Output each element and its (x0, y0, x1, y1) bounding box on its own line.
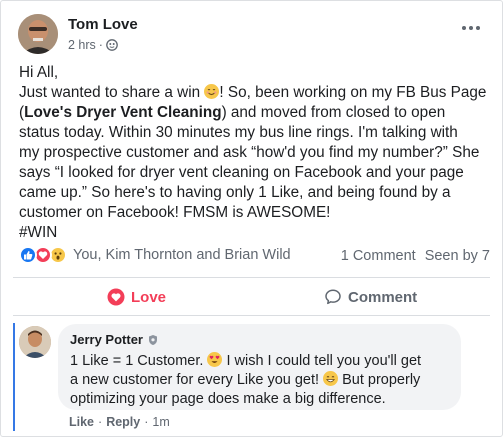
grinning-face-emoji-icon (323, 371, 339, 386)
post-line: my prospective customer and ask “how'd y… (19, 144, 480, 161)
divider (13, 315, 490, 316)
like-reaction-icon (19, 246, 37, 264)
comment-button[interactable]: Comment (324, 283, 417, 311)
post-line: Just wanted to share a win ! So, been wo… (19, 84, 487, 101)
smiling-face-emoji-icon (204, 84, 220, 99)
post-line: says “I looked for dryer vent cleaning o… (19, 164, 464, 181)
comment-bubble: Jerry Potter 1 Like = 1 Customer. I wish… (58, 324, 461, 410)
heart-icon (107, 288, 125, 306)
post-card: Tom Love 2 hrs · Hi All, Just wanted to … (0, 0, 503, 437)
post-text: Hi All, Just wanted to share a win ! So,… (19, 63, 489, 243)
heart-eyes-emoji-icon (207, 352, 223, 367)
comment-author-row: Jerry Potter (70, 332, 449, 347)
post-counts: 1 Comment Seen by 7 (341, 248, 490, 264)
page-link[interactable]: Love's Dryer Vent Cleaning (24, 104, 221, 121)
post-author[interactable]: Tom Love (68, 16, 138, 33)
comment-like-link[interactable]: Like (69, 415, 94, 429)
reactions-summary[interactable]: You, Kim Thornton and Brian Wild (19, 246, 291, 264)
post-line: came up.” So here's to having only 1 Lik… (19, 184, 451, 201)
admin-badge-icon (148, 334, 157, 345)
comment-author[interactable]: Jerry Potter (70, 332, 143, 347)
seen-count[interactable]: Seen by 7 (425, 248, 490, 264)
divider (13, 277, 490, 278)
post-line: status today. Within 30 minutes my bus l… (19, 124, 458, 141)
love-button[interactable]: Love (107, 283, 166, 311)
comment-count[interactable]: 1 Comment (341, 248, 416, 264)
comment-reply-link[interactable]: Reply (106, 415, 140, 429)
audience-icon[interactable] (106, 39, 118, 51)
post-line: Hi All, (19, 64, 59, 81)
hashtag[interactable]: #WIN (19, 223, 489, 243)
comment-icon (325, 289, 341, 305)
love-button-label: Love (131, 288, 167, 306)
comment-actions: Like · Reply · 1m (69, 415, 170, 429)
post-time[interactable]: 2 hrs (68, 38, 96, 52)
commenter-avatar[interactable] (19, 326, 51, 358)
comment-highlight-bar (13, 323, 15, 431)
post-line: customer on Facebook! FMSM is AWESOME! (19, 204, 331, 221)
separator: · (144, 415, 149, 429)
comment-text: 1 Like = 1 Customer. I wish I could tell… (70, 352, 422, 407)
meta-separator: · (98, 38, 103, 52)
author-avatar[interactable] (18, 14, 58, 54)
reactors-text[interactable]: You, Kim Thornton and Brian Wild (73, 247, 291, 263)
more-options-icon[interactable] (462, 23, 484, 33)
separator: · (98, 415, 103, 429)
post-line: (Love's Dryer Vent Cleaning) and moved f… (19, 104, 446, 121)
comment-time[interactable]: 1m (152, 415, 169, 429)
post-meta: 2 hrs · (68, 38, 118, 52)
comment-button-label: Comment (348, 288, 418, 306)
